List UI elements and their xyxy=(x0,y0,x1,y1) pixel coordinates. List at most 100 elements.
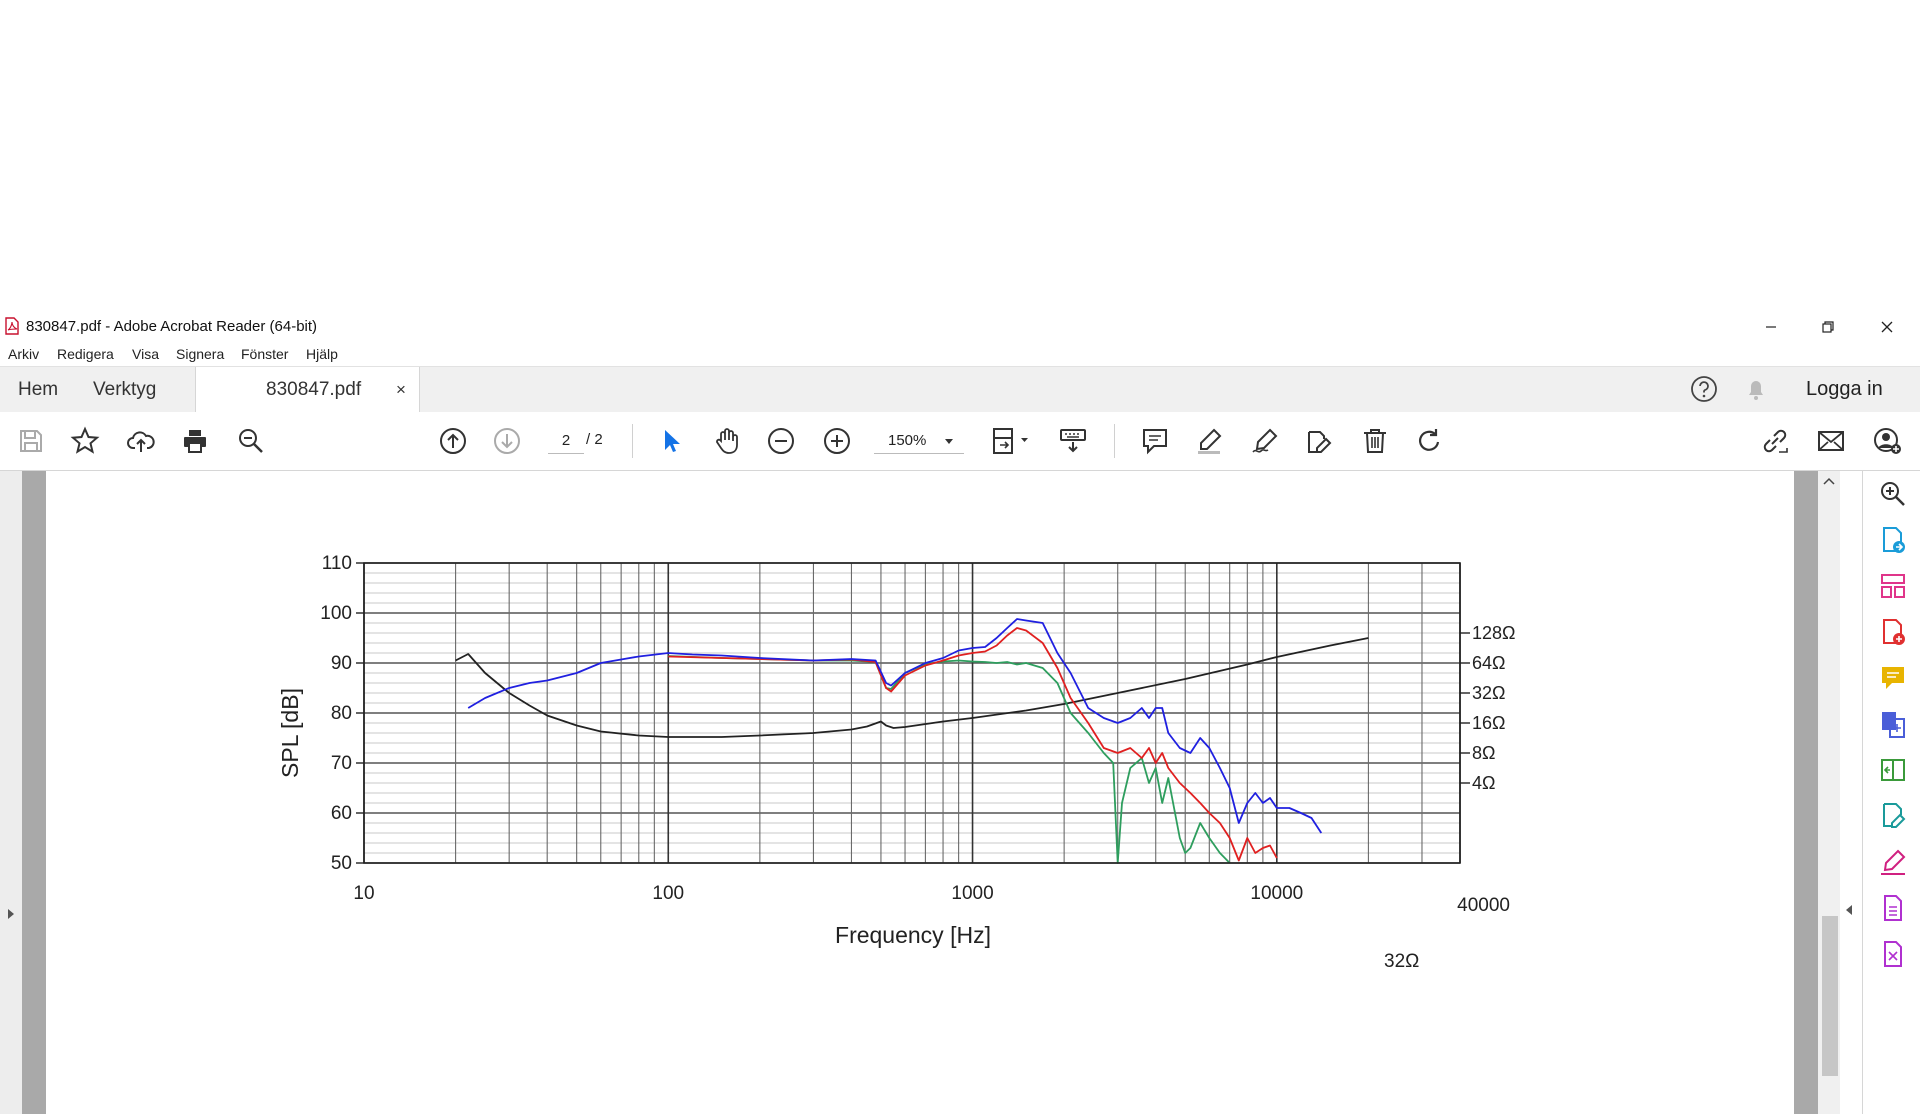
link-icon xyxy=(1763,429,1788,453)
panel-compress-button[interactable] xyxy=(1876,753,1910,787)
bookmark-button[interactable] xyxy=(68,424,102,458)
comment-icon xyxy=(1882,667,1904,689)
tab-document-label: 830847.pdf xyxy=(266,379,362,400)
x-end-label: 40000 xyxy=(1457,895,1510,916)
select-tool-button[interactable] xyxy=(654,424,688,458)
menu-fonster[interactable]: Fönster xyxy=(241,346,288,362)
zoom-in-button[interactable] xyxy=(820,424,854,458)
zoom-level-select[interactable]: 150% xyxy=(874,427,964,454)
share-link-button[interactable] xyxy=(1758,424,1792,458)
y-axis-label: SPL [dB] xyxy=(277,688,303,778)
edit-button[interactable] xyxy=(1302,424,1336,458)
tab-close-button[interactable]: × xyxy=(396,380,406,400)
trash-icon xyxy=(1364,429,1386,453)
help-icon xyxy=(1691,376,1717,402)
comment-button[interactable] xyxy=(1138,424,1172,458)
share-user-icon xyxy=(1874,428,1901,454)
toolbar-divider xyxy=(632,424,633,458)
panel-comment-button[interactable] xyxy=(1876,661,1910,695)
page-gutter-left xyxy=(22,471,46,1114)
highlight-button[interactable] xyxy=(1192,424,1226,458)
keyboard-icon xyxy=(1060,429,1086,453)
document-viewport[interactable]: 50 60 70 80 90 100 110 10 100 1000 10000 40000 128Ω 6… xyxy=(0,471,1862,1114)
y2-extra-label: 32Ω xyxy=(1384,951,1419,972)
star-icon xyxy=(70,426,100,454)
previous-page-button[interactable] xyxy=(436,424,470,458)
tab-bar: Hem Verktyg 830847.pdf × Logga in xyxy=(0,366,1920,413)
next-page-button[interactable] xyxy=(490,424,524,458)
restore-button[interactable] xyxy=(1803,312,1853,342)
sign-button[interactable] xyxy=(1248,424,1282,458)
print-button[interactable] xyxy=(178,424,212,458)
rotate-button[interactable] xyxy=(1412,424,1446,458)
hand-tool-button[interactable] xyxy=(710,424,744,458)
menu-hjalp[interactable]: Hjälp xyxy=(306,346,338,362)
menu-redigera[interactable]: Redigera xyxy=(57,346,114,362)
restore-icon xyxy=(1822,321,1834,333)
acrobat-window: 830847.pdf - Adobe Acrobat Reader (64-bi… xyxy=(0,312,1920,1114)
cursor-icon xyxy=(665,430,680,452)
toolbar-divider xyxy=(1114,424,1115,458)
search-button[interactable] xyxy=(234,424,268,458)
document-x-icon xyxy=(1884,941,1902,967)
keyboard-button[interactable] xyxy=(1056,424,1090,458)
panel-create-pdf-button[interactable] xyxy=(1876,615,1910,649)
y-tick-label: 100 xyxy=(320,603,352,624)
chevron-left-icon[interactable] xyxy=(1844,903,1854,917)
edit-pdf-icon xyxy=(1883,803,1906,828)
tab-home[interactable]: Hem xyxy=(18,367,58,412)
panel-organize-button[interactable] xyxy=(1876,569,1910,603)
zoom-icon xyxy=(1881,482,1905,506)
arrow-up-icon xyxy=(440,428,466,454)
y-tick-label: 70 xyxy=(331,753,352,774)
chevron-up-icon[interactable] xyxy=(1823,477,1835,485)
login-button[interactable]: Logga in xyxy=(1806,367,1883,412)
zoom-out-icon xyxy=(768,428,794,454)
upload-button[interactable] xyxy=(124,424,158,458)
chart-grid xyxy=(363,562,1461,864)
scrollbar-thumb[interactable] xyxy=(1822,916,1838,1076)
hand-icon xyxy=(716,428,738,454)
panel-document-button[interactable] xyxy=(1876,891,1910,925)
frequency-response-chart: 50 60 70 80 90 100 110 10 100 1000 10000 40000 128Ω 6… xyxy=(277,553,1516,972)
page-total: / 2 xyxy=(586,431,603,448)
tab-tools[interactable]: Verktyg xyxy=(93,367,156,412)
menu-visa[interactable]: Visa xyxy=(132,346,159,362)
help-button[interactable] xyxy=(1690,375,1718,403)
rotate-icon xyxy=(1419,429,1440,451)
share-user-button[interactable] xyxy=(1870,424,1904,458)
panel-document-x-button[interactable] xyxy=(1876,937,1910,971)
panel-zoom-button[interactable] xyxy=(1876,477,1910,511)
left-panel-toggle[interactable] xyxy=(0,471,22,1114)
panel-edit-pdf-button[interactable] xyxy=(1876,799,1910,833)
close-window-button[interactable] xyxy=(1862,312,1912,342)
close-icon xyxy=(1881,321,1893,333)
panel-fill-sign-button[interactable] xyxy=(1876,845,1910,879)
search-icon xyxy=(239,429,263,453)
x-tick-label: 10000 xyxy=(1250,883,1303,904)
y-tick-label: 80 xyxy=(331,703,352,724)
zoom-out-button[interactable] xyxy=(764,424,798,458)
page-gutter-right xyxy=(1794,471,1818,1114)
page-number-input[interactable]: 2 xyxy=(548,427,584,454)
pdf-page: 50 60 70 80 90 100 110 10 100 1000 10000 40000 128Ω 6… xyxy=(46,471,1794,1114)
y2-tick-label: 4Ω xyxy=(1472,773,1495,793)
comment-icon xyxy=(1143,429,1167,455)
panel-combine-button[interactable] xyxy=(1876,707,1910,741)
page-fit-button[interactable] xyxy=(988,424,1034,458)
delete-button[interactable] xyxy=(1358,424,1392,458)
y2-tick-label: 64Ω xyxy=(1472,653,1505,673)
minimize-button[interactable] xyxy=(1746,312,1796,342)
zoom-in-icon xyxy=(824,428,850,454)
menu-signera[interactable]: Signera xyxy=(176,346,224,362)
fill-sign-icon xyxy=(1881,849,1906,875)
save-button[interactable] xyxy=(14,424,48,458)
email-button[interactable] xyxy=(1814,424,1848,458)
y-tick-label: 50 xyxy=(331,853,352,874)
minimize-icon xyxy=(1766,326,1776,328)
tab-document[interactable]: 830847.pdf × xyxy=(195,367,420,413)
panel-export-pdf-button[interactable] xyxy=(1876,523,1910,557)
toolbar: 2 / 2 150% xyxy=(0,412,1920,471)
notifications-button[interactable] xyxy=(1742,375,1770,403)
menu-arkiv[interactable]: Arkiv xyxy=(8,346,39,362)
